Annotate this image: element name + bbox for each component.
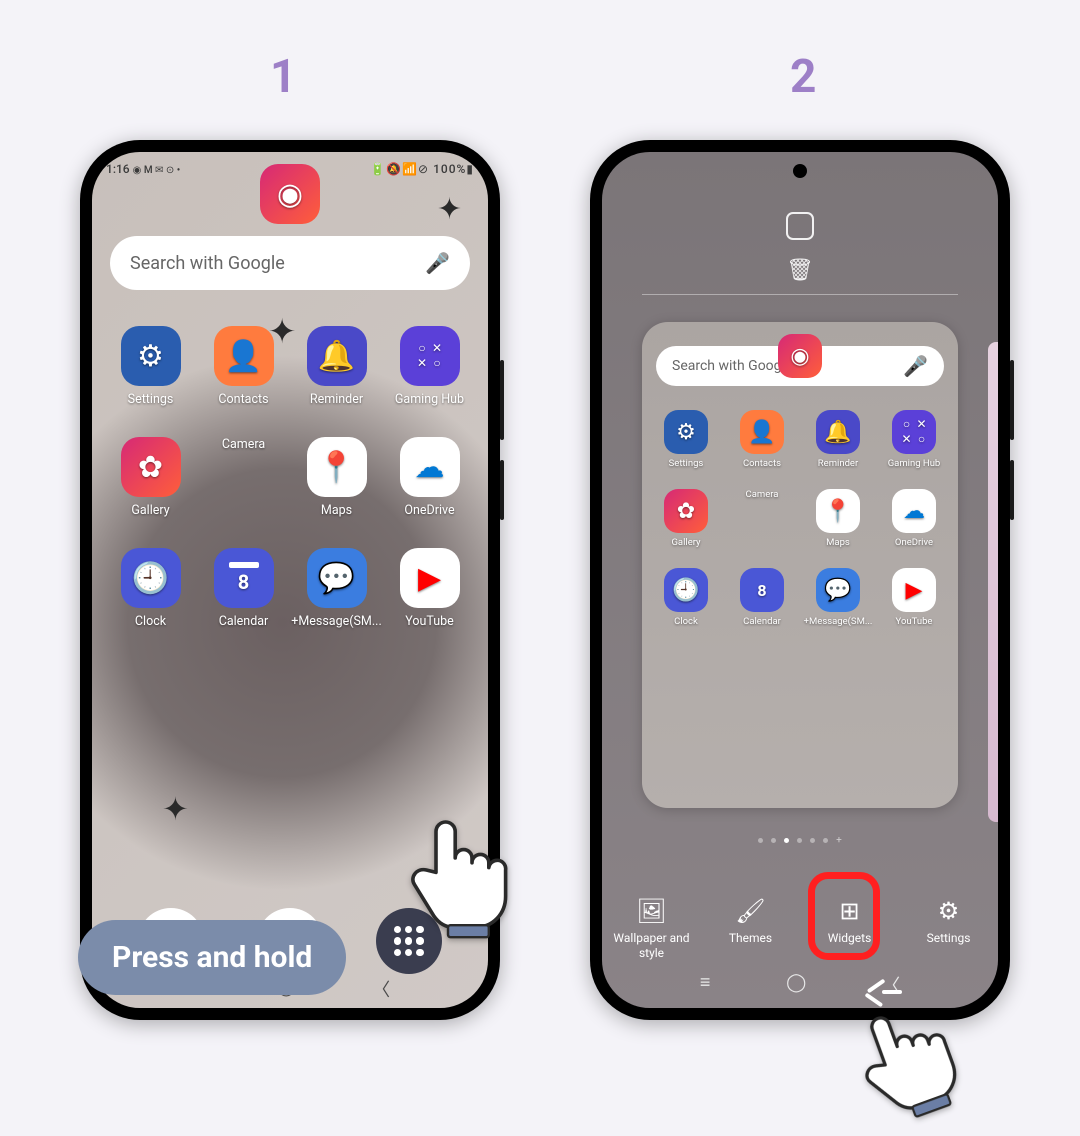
mic-icon[interactable]: 🎤 <box>425 251 450 275</box>
search-placeholder: Search with Google <box>672 358 792 374</box>
app-maps[interactable]: 📍Maps <box>800 489 876 548</box>
app-calendar[interactable]: 8Calendar <box>724 568 800 627</box>
app-message[interactable]: 💬+Message(SM... <box>800 568 876 627</box>
app-maps[interactable]: 📍Maps <box>290 437 383 518</box>
wallpaper-button[interactable]: 🖼Wallpaper and style <box>607 897 697 960</box>
status-right: 🔋🔕📶⊘ 100%▮ <box>370 162 474 176</box>
phone-step-1: 1:16 ◉ M ✉ ⊙ • 🔋🔕📶⊘ 100%▮ ✦ Search with … <box>80 140 500 1020</box>
nav-back[interactable]: 〈 <box>882 972 900 998</box>
app-clock[interactable]: 🕘Clock <box>104 548 197 629</box>
app-clock[interactable]: 🕘Clock <box>648 568 724 627</box>
home-edit-toolbar: 🖼Wallpaper and style 🖌Themes ⊞Widgets ⚙S… <box>602 897 998 960</box>
navigation-bar: ≡ ◯ 〈 <box>602 972 998 998</box>
dock-apps-drawer[interactable] <box>376 908 442 974</box>
sparkle-icon: ✦ <box>268 312 297 352</box>
step-number-2: 2 <box>790 50 816 104</box>
instruction-label: Press and hold <box>78 920 346 995</box>
front-camera <box>793 164 807 178</box>
app-gaming-hub[interactable]: ○✕✕○Gaming Hub <box>876 410 952 469</box>
divider <box>642 294 958 295</box>
search-placeholder: Search with Google <box>130 253 285 274</box>
app-settings[interactable]: ⚙Settings <box>104 326 197 407</box>
app-gaming-hub[interactable]: ○✕✕○Gaming Hub <box>383 326 476 407</box>
brush-icon: 🖌 <box>735 897 765 925</box>
settings-button[interactable]: ⚙Settings <box>904 897 994 960</box>
themes-button[interactable]: 🖌Themes <box>706 897 796 960</box>
home-page-preview[interactable]: Search with Google 🎤 ⚙Settings 👤Contacts… <box>642 322 958 808</box>
nav-recents[interactable]: ≡ <box>700 972 711 998</box>
app-onedrive[interactable]: ☁OneDrive <box>383 437 476 518</box>
app-youtube[interactable]: ▶YouTube <box>383 548 476 629</box>
next-page-peek[interactable] <box>988 342 998 822</box>
app-gallery[interactable]: ✿Gallery <box>648 489 724 548</box>
app-reminder[interactable]: 🔔Reminder <box>800 410 876 469</box>
app-message[interactable]: 💬+Message(SM... <box>290 548 383 629</box>
app-reminder[interactable]: 🔔Reminder <box>290 326 383 407</box>
app-contacts[interactable]: 👤Contacts <box>724 410 800 469</box>
sparkle-icon: ✦ <box>437 192 462 227</box>
app-onedrive[interactable]: ☁OneDrive <box>876 489 952 548</box>
home-screen[interactable]: 1:16 ◉ M ✉ ⊙ • 🔋🔕📶⊘ 100%▮ ✦ Search with … <box>92 152 488 1008</box>
step-number-1: 1 <box>270 50 296 104</box>
home-edit-screen[interactable]: 🗑 Search with Google 🎤 ⚙Settings 👤Contac… <box>602 152 998 1008</box>
phone-step-2: 🗑 Search with Google 🎤 ⚙Settings 👤Contac… <box>590 140 1010 1020</box>
nav-home[interactable]: ◯ <box>786 972 806 998</box>
app-calendar[interactable]: 8Calendar <box>197 548 290 629</box>
image-icon: 🖼 <box>636 897 666 925</box>
sparkle-icon: ✦ <box>162 790 189 828</box>
app-camera[interactable]: ◉Camera <box>197 437 290 518</box>
google-search-bar[interactable]: Search with Google 🎤 <box>110 236 470 290</box>
app-settings[interactable]: ⚙Settings <box>648 410 724 469</box>
mic-icon[interactable]: 🎤 <box>903 354 928 378</box>
highlight-widgets <box>808 872 880 960</box>
trash-icon[interactable]: 🗑 <box>786 258 814 283</box>
app-gallery[interactable]: ✿Gallery <box>104 437 197 518</box>
app-camera[interactable]: ◉Camera <box>724 489 800 548</box>
app-youtube[interactable]: ▶YouTube <box>876 568 952 627</box>
status-time: 1:16 ◉ M ✉ ⊙ • <box>106 162 180 176</box>
page-indicator[interactable]: + <box>602 838 998 843</box>
nav-back[interactable]: 〈 <box>372 976 390 1002</box>
gear-icon: ⚙ <box>938 897 960 925</box>
home-indicator-icon[interactable] <box>786 212 814 240</box>
app-grid: ⚙Settings 👤Contacts 🔔Reminder ○✕✕○Gaming… <box>642 386 958 627</box>
